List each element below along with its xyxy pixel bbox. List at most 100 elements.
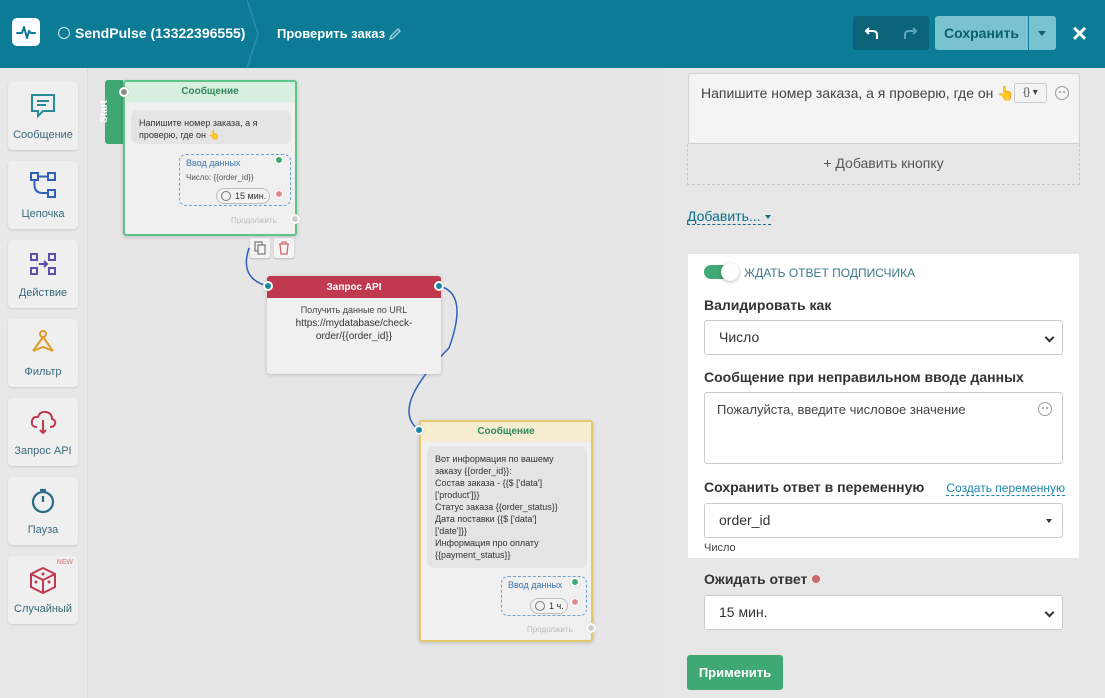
flow-title[interactable]: Проверить заказ — [277, 26, 385, 41]
pause-icon — [31, 488, 55, 514]
close-icon[interactable]: × — [1072, 20, 1087, 46]
new-badge: NEW — [56, 559, 73, 566]
breadcrumb-separator — [246, 0, 259, 68]
random-dice-icon — [30, 566, 56, 594]
caret-down-icon — [1046, 519, 1052, 523]
save-options-dropdown[interactable] — [1029, 16, 1056, 50]
input-timeout-port[interactable] — [274, 189, 284, 199]
message-bubble: Напишите номер заказа, а я проверю, где … — [131, 110, 291, 144]
wait-answer-value: 15 мин. — [719, 604, 768, 620]
message-node-1[interactable]: Сообщение Напишите номер заказа, а я про… — [123, 80, 297, 236]
add-menu-dropdown[interactable]: Добавить... — [687, 208, 771, 225]
delete-node-button[interactable] — [274, 238, 294, 258]
variable-type: Число — [704, 542, 736, 554]
wait-answer-timeout-text: Ожидать ответ — [704, 571, 808, 587]
input-title: Ввод данных — [186, 158, 241, 168]
continue-label: Продолжить — [231, 216, 277, 225]
tool-message[interactable]: Сообщение — [8, 82, 78, 150]
continue-label: Продолжить — [527, 625, 573, 634]
timer-badge: 1 ч. — [530, 598, 568, 614]
edit-pencil-icon[interactable] — [388, 27, 402, 41]
save-variable-select[interactable]: order_id — [704, 503, 1063, 538]
pulse-icon — [16, 26, 36, 39]
wait-answer-toggle[interactable] — [704, 263, 739, 281]
message-text: Напишите номер заказа, а я проверю, где … — [701, 85, 1015, 101]
api-line: Получить данные по URL — [300, 305, 408, 315]
trash-icon — [279, 241, 289, 255]
timer-badge: 15 мин. — [216, 188, 270, 204]
save-variable-label: Сохранить ответ в переменную — [704, 479, 925, 495]
tool-api-request[interactable]: Запрос API — [8, 398, 78, 466]
tool-label: Пауза — [27, 524, 59, 536]
error-message-label: Сообщение при неправильном вводе данных — [704, 369, 1024, 385]
input-variable: Число: {{order_id}} — [186, 173, 254, 182]
filter-icon — [32, 330, 54, 352]
input-timeout-port[interactable] — [570, 597, 580, 607]
tool-label: Запрос API — [14, 445, 72, 457]
tool-pause[interactable]: Пауза — [8, 477, 78, 545]
validate-label: Валидировать как — [704, 297, 832, 313]
save-button[interactable]: Сохранить — [935, 16, 1028, 50]
tool-chain[interactable]: Цепочка — [8, 161, 78, 229]
wait-answer-timeout-label: Ожидать ответ — [704, 571, 821, 587]
add-button-button[interactable]: + Добавить кнопку — [687, 144, 1080, 185]
error-message-textarea[interactable]: Пожалуйста, введите числовое значение — [704, 392, 1063, 464]
action-icon — [30, 253, 56, 275]
api-request-node[interactable]: Запрос API Получить данные по URL https:… — [267, 276, 441, 374]
message-textarea[interactable]: Напишите номер заказа, а я проверю, где … — [688, 73, 1080, 144]
input-title: Ввод данных — [508, 580, 563, 590]
api-output-port[interactable] — [434, 281, 444, 291]
tool-label: Сообщение — [13, 129, 73, 141]
continue-port[interactable] — [586, 623, 596, 633]
node-input-port[interactable] — [414, 425, 424, 435]
start-label: Start — [98, 100, 110, 123]
wait-answer-card: ЖДАТЬ ОТВЕТ ПОДПИСЧИКА Валидировать как … — [688, 254, 1079, 558]
chevron-down-icon — [1044, 332, 1055, 343]
wait-answer-select[interactable]: 15 мин. — [704, 595, 1063, 630]
continue-port[interactable] — [290, 214, 300, 224]
apply-button[interactable]: Применить — [687, 655, 783, 690]
create-variable-link[interactable]: Создать переменную — [946, 481, 1065, 496]
insert-variable-button[interactable]: {} ▾ — [1014, 83, 1047, 103]
status-dot — [812, 575, 821, 583]
undo-button[interactable] — [853, 16, 891, 50]
tool-random[interactable]: NEW Случайный — [8, 556, 78, 624]
whatsapp-icon — [58, 27, 70, 39]
node-title: Сообщение — [125, 82, 295, 102]
logo[interactable] — [12, 18, 40, 46]
api-description: Получить данные по URL https://mydatabas… — [267, 304, 441, 343]
tool-filter[interactable]: Фильтр — [8, 319, 78, 387]
node-title: Сообщение — [421, 422, 591, 442]
redo-icon — [904, 27, 918, 39]
settings-panel: Напишите номер заказа, а я проверю, где … — [662, 68, 1105, 698]
copy-icon — [254, 241, 266, 255]
redo-button[interactable] — [891, 16, 929, 50]
input-success-port[interactable] — [274, 155, 284, 165]
tool-action[interactable]: Действие — [8, 240, 78, 308]
validate-select[interactable]: Число — [704, 320, 1063, 355]
element-toolbar: Сообщение Цепочка Действие Фильтр Запрос… — [0, 68, 88, 698]
emoji-icon[interactable] — [1038, 402, 1052, 416]
flow-canvas[interactable]: Start Сообщение Напишите номер заказа, а… — [89, 68, 662, 698]
tool-label: Цепочка — [21, 208, 65, 220]
node-input-port[interactable] — [119, 87, 129, 97]
validate-value: Число — [719, 329, 760, 345]
undo-icon — [864, 27, 878, 39]
message-node-2[interactable]: Сообщение Вот информация по вашему заказ… — [419, 420, 593, 642]
wait-answer-label: ЖДАТЬ ОТВЕТ ПОДПИСЧИКА — [744, 266, 916, 280]
tool-label: Действие — [18, 287, 68, 299]
bot-name-text: SendPulse (13322396555) — [75, 25, 246, 41]
api-request-icon — [30, 410, 57, 435]
bot-name[interactable]: SendPulse (13322396555) — [58, 25, 245, 41]
top-header: SendPulse (13322396555) Проверить заказ … — [0, 0, 1105, 68]
api-input-port[interactable] — [263, 281, 273, 291]
input-success-port[interactable] — [570, 577, 580, 587]
api-url: https://mydatabase/check- order/{{order_… — [295, 318, 413, 342]
tool-label: Фильтр — [24, 366, 62, 378]
node-title: Запрос API — [267, 278, 441, 298]
message-icon — [31, 94, 55, 119]
message-bubble: Вот информация по вашему заказу {{order_… — [427, 446, 587, 568]
emoji-icon[interactable] — [1055, 86, 1069, 100]
copy-node-button[interactable] — [250, 238, 270, 258]
chain-icon — [30, 172, 56, 198]
